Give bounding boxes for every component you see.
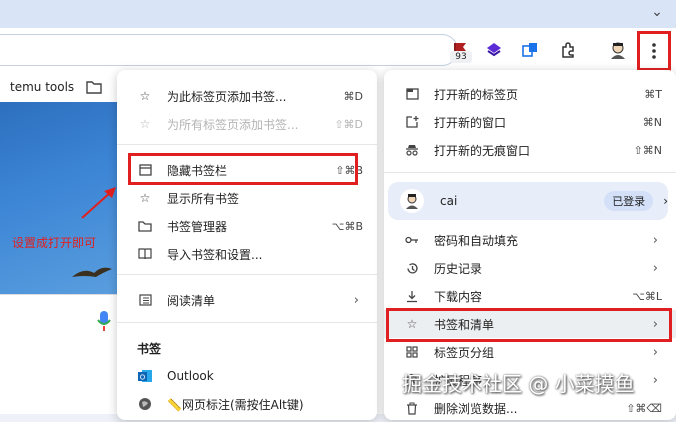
menu-separator bbox=[117, 274, 377, 275]
menu-item-new-window[interactable]: 打开新的窗口 ⌘N bbox=[384, 108, 676, 136]
menu-item-reading-list[interactable]: 阅读清单 › bbox=[117, 286, 377, 314]
star-icon: ☆ bbox=[139, 191, 151, 205]
menu-separator bbox=[117, 322, 377, 323]
profile-row[interactable]: cai 已登录 › bbox=[388, 182, 668, 220]
tab-search-chevron-icon[interactable]: ⌄ bbox=[642, 0, 672, 24]
reading-list-icon bbox=[137, 292, 153, 308]
microphone-icon[interactable] bbox=[96, 310, 112, 335]
download-icon bbox=[404, 288, 420, 304]
star-icon: ☆ bbox=[139, 89, 151, 103]
menu-item-history[interactable]: 历史记录 › bbox=[384, 254, 676, 282]
grid-icon bbox=[404, 344, 420, 360]
outlook-icon: O bbox=[137, 368, 153, 384]
extension-badge-count: 93 bbox=[450, 51, 472, 63]
avatar bbox=[400, 189, 424, 213]
star-icon: ☆ bbox=[139, 117, 151, 131]
bookmark-folder-icon[interactable] bbox=[86, 80, 102, 97]
menu-item-downloads[interactable]: 下载内容 ⌥⌘L bbox=[384, 282, 676, 310]
chevron-right-icon: › bbox=[663, 194, 668, 208]
profile-avatar-icon[interactable] bbox=[606, 38, 630, 62]
chevron-right-icon: › bbox=[353, 292, 359, 308]
menu-item-clear-browsing-data[interactable]: 删除浏览数据... ⇧⌘⌫ bbox=[384, 394, 676, 422]
bookmarks-submenu: ☆ 为此标签页添加书签... ⌘D ☆ 为所有标签页添加书签... ⇧⌘D 隐藏… bbox=[117, 70, 377, 420]
annotation-arrow-icon bbox=[81, 187, 116, 219]
bookmark-item-outlook[interactable]: O Outlook bbox=[117, 362, 377, 390]
new-window-icon bbox=[404, 114, 420, 130]
extension-layers-icon[interactable] bbox=[482, 38, 506, 62]
menu-item-new-tab[interactable]: 打开新的标签页 ⌘T bbox=[384, 80, 676, 108]
profile-name: cai bbox=[440, 194, 458, 208]
chrome-menu-button[interactable] bbox=[637, 31, 671, 71]
menu-separator bbox=[117, 144, 377, 145]
highlight-box bbox=[128, 153, 358, 185]
browser-toolbar bbox=[0, 28, 676, 74]
chevron-right-icon: › bbox=[652, 232, 658, 248]
menu-item-show-all-bookmarks[interactable]: ☆ 显示所有书签 bbox=[117, 184, 377, 212]
signed-in-badge: 已登录 bbox=[604, 191, 654, 211]
highlight-box bbox=[386, 308, 672, 342]
menu-item-passwords[interactable]: 密码和自动填充 › bbox=[384, 226, 676, 254]
key-icon bbox=[404, 232, 420, 248]
extensions-puzzle-icon[interactable] bbox=[556, 38, 580, 62]
menu-item-bookmark-this-tab[interactable]: ☆ 为此标签页添加书签... ⌘D bbox=[117, 82, 377, 110]
tab-strip: ⌄ bbox=[0, 0, 676, 28]
chevron-right-icon: › bbox=[652, 372, 658, 388]
svg-text:O: O bbox=[140, 374, 146, 382]
import-icon bbox=[137, 246, 153, 262]
menu-item-import-bookmarks[interactable]: 导入书签和设置... bbox=[117, 240, 377, 268]
menu-separator bbox=[384, 172, 676, 173]
bookmark-temu-tools[interactable]: temu tools bbox=[10, 80, 74, 94]
incognito-icon bbox=[404, 142, 420, 158]
three-dots-icon bbox=[652, 43, 656, 59]
menu-item-incognito-window[interactable]: 打开新的无痕窗口 ⇧⌘N bbox=[384, 136, 676, 164]
new-tab-icon bbox=[404, 86, 420, 102]
address-bar[interactable] bbox=[0, 34, 458, 66]
bird-image bbox=[72, 267, 112, 277]
menu-item-bookmark-all-tabs: ☆ 为所有标签页添加书签... ⇧⌘D bbox=[117, 110, 377, 138]
watermark: 掘金技术社区 @ 小菜摸鱼 bbox=[402, 372, 635, 396]
annotation-text: 设置成打开即可 bbox=[12, 236, 97, 250]
extension-translate-icon[interactable] bbox=[518, 38, 542, 62]
globe-icon bbox=[137, 396, 153, 412]
menu-item-bookmark-manager[interactable]: 书签管理器 ⌥⌘B bbox=[117, 212, 377, 240]
bookmarks-section-title: 书签 bbox=[137, 342, 162, 356]
chevron-right-icon: › bbox=[652, 344, 658, 360]
history-icon bbox=[404, 260, 420, 276]
folder-icon bbox=[137, 218, 153, 234]
menu-item-tab-groups[interactable]: 标签页分组 › bbox=[384, 338, 676, 366]
chevron-right-icon: › bbox=[652, 260, 658, 276]
